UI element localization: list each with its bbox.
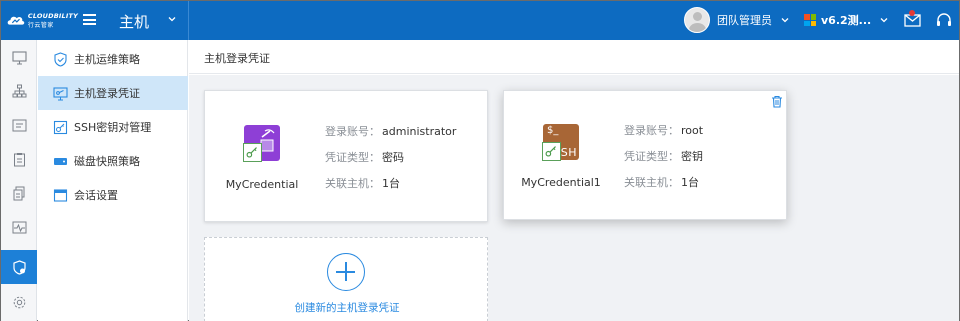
avatar: [684, 7, 710, 33]
subnav-item-ssh-keys[interactable]: SSH密钥对管理: [38, 110, 188, 144]
field-label: 登录账号：: [624, 124, 679, 137]
page-title[interactable]: 主机: [119, 11, 149, 32]
credential-name: MyCredential1: [521, 176, 601, 189]
credential-name: MyCredential: [225, 178, 299, 191]
windows-icon: [804, 14, 816, 26]
disk-icon: [54, 157, 67, 165]
create-credential-label: 创建新的主机登录凭证: [294, 302, 400, 314]
subnav-item-session-settings[interactable]: 会话设置: [38, 178, 188, 212]
rail-item-list[interactable]: [1, 108, 37, 142]
field-label: 凭证类型：: [624, 150, 679, 163]
credential-info: 登录账号： root 凭证类型： 密钥 关联主机： 1台: [624, 118, 703, 196]
menu-toggle-icon[interactable]: [83, 14, 96, 25]
ssh-text: SH: [560, 146, 577, 159]
rail-item-document[interactable]: [1, 176, 37, 210]
ssh-credential-icon: $_ SH: [542, 124, 579, 161]
icon-rail: [1, 40, 37, 321]
chevron-down-icon[interactable]: [167, 14, 177, 24]
headset-icon[interactable]: [936, 12, 952, 28]
logo-text-en: CLOUDBILITY: [27, 12, 78, 20]
field-label: 关联主机：: [325, 177, 380, 190]
window-icon: [53, 188, 68, 202]
subnav-item-ops-policy[interactable]: 主机运维策略: [38, 42, 188, 76]
subnav-item-credentials[interactable]: 主机登录凭证: [38, 76, 188, 110]
key-icon: [542, 142, 561, 161]
credential-card[interactable]: $_ SH MyCredential1 登录账号： root 凭证类型： 密钥 关联…: [503, 90, 787, 220]
rail-item-settings[interactable]: [1, 285, 37, 319]
rail-item-org[interactable]: [1, 74, 37, 108]
chevron-down-icon: [781, 18, 789, 23]
field-label: 登录账号：: [325, 125, 380, 138]
version-label: v6.2测...: [821, 14, 872, 27]
activity-monitor-icon: [12, 221, 26, 233]
subnav-label: 会话设置: [74, 189, 118, 202]
login-account-value: root: [681, 124, 704, 137]
password-credential-icon: [243, 125, 280, 162]
rail-item-monitor[interactable]: [1, 40, 37, 74]
list-panel-icon: [12, 119, 26, 131]
org-chart-icon: [12, 84, 26, 97]
subnav-label: 主机登录凭证: [74, 87, 140, 100]
linked-hosts-value: 1台: [382, 177, 400, 190]
monitor-icon: [11, 50, 27, 65]
credential-type-value: 密钥: [681, 150, 703, 163]
user-name: 团队管理员: [717, 14, 772, 27]
key-icon: [243, 143, 262, 162]
linked-hosts-value: 1台: [681, 176, 699, 189]
breadcrumb-bar: 主机登录凭证: [189, 40, 959, 74]
create-credential-button[interactable]: 创建新的主机登录凭证: [204, 237, 488, 321]
credential-list: MyCredential 登录账号： administrator 凭证类型： 密码 …: [189, 75, 959, 321]
rail-item-activity[interactable]: [1, 210, 37, 244]
subnav-item-disk-snapshot[interactable]: 磁盘快照策略: [38, 144, 188, 178]
credential-card[interactable]: MyCredential 登录账号： administrator 凭证类型： 密码 …: [204, 90, 488, 222]
gear-icon: [13, 296, 25, 308]
trash-icon[interactable]: [771, 95, 783, 108]
chevron-down-icon: [880, 18, 888, 23]
login-account-value: administrator: [382, 125, 457, 138]
credential-type-value: 密码: [382, 151, 404, 164]
clipboard-icon: [13, 152, 25, 166]
credential-info: 登录账号： administrator 凭证类型： 密码 关联主机： 1台: [325, 119, 456, 197]
rail-item-clipboard[interactable]: [1, 142, 37, 176]
document-copy-icon: [13, 186, 24, 200]
field-label: 凭证类型：: [325, 151, 380, 164]
top-bar: CLOUDBILITY 行云管家 主机 团队管理员 v6.2测...: [1, 1, 959, 40]
logo-text-cn: 行云管家: [27, 22, 54, 29]
rail-item-security[interactable]: [1, 250, 37, 284]
ssh-key-icon: [53, 120, 68, 134]
notification-dot: [909, 10, 915, 16]
divider: [188, 1, 189, 40]
breadcrumb: 主机登录凭证: [204, 52, 270, 65]
logo[interactable]: CLOUDBILITY 行云管家: [6, 10, 78, 32]
credential-monitor-icon: [53, 86, 68, 100]
user-menu[interactable]: 团队管理员: [684, 7, 790, 33]
subnav-label: 磁盘快照策略: [74, 155, 140, 168]
shield-check-icon: [54, 51, 67, 67]
field-label: 关联主机：: [624, 176, 679, 189]
cloud-logo-icon: [7, 16, 25, 25]
subnav-label: 主机运维策略: [74, 53, 140, 66]
plus-icon: [327, 253, 365, 291]
subnav-label: SSH密钥对管理: [74, 121, 152, 134]
version-selector[interactable]: v6.2测...: [804, 12, 889, 28]
shield-settings-icon: [12, 259, 26, 275]
sub-navigation: 主机运维策略 主机登录凭证 SSH密钥对管理 磁盘快照策略 会话设置: [38, 40, 188, 321]
ssh-prompt-text: $_: [547, 125, 559, 136]
